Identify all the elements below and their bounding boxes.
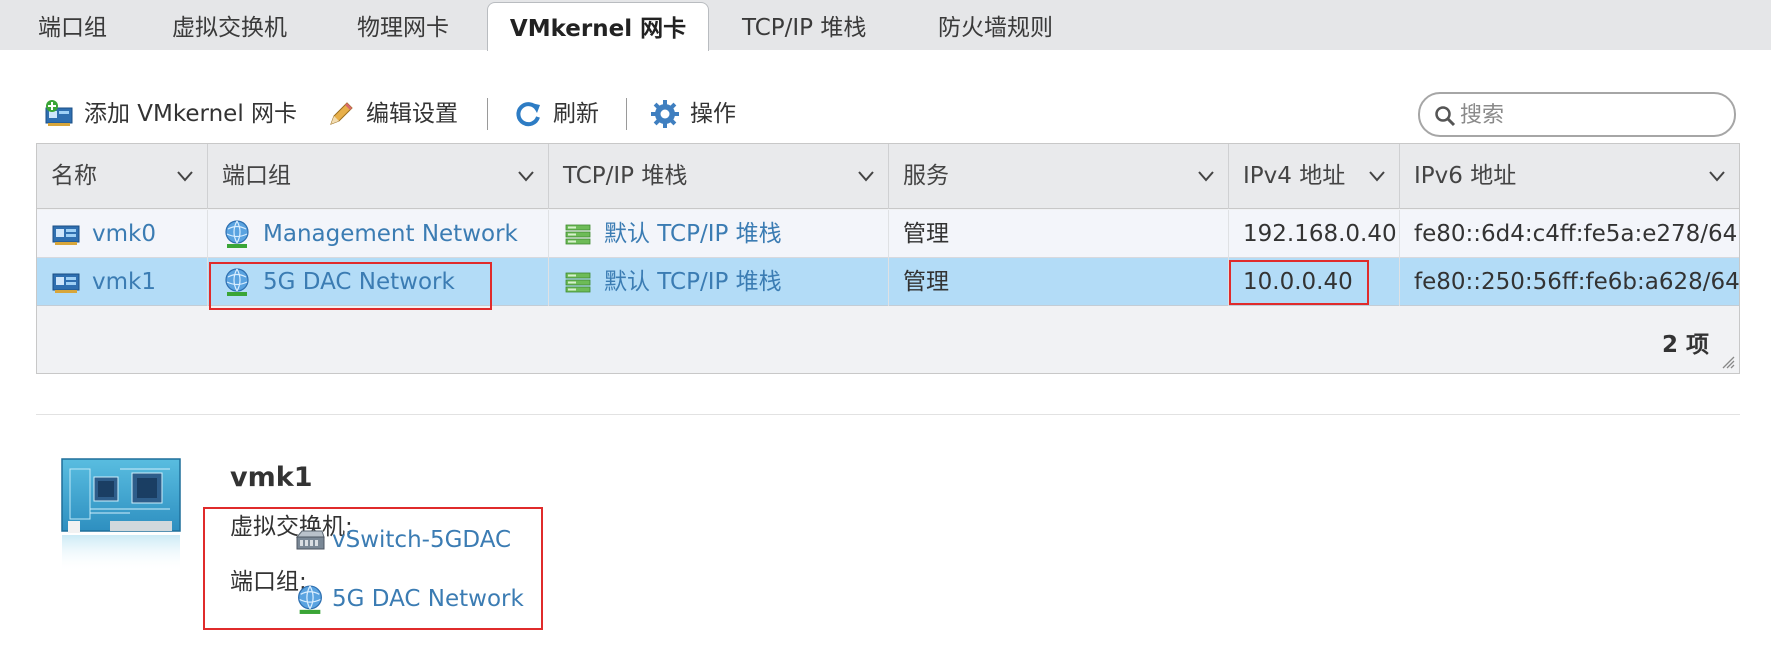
column-header-label: IPv4 地址 (1243, 163, 1346, 189)
refresh-icon (516, 102, 540, 127)
tab-port-groups[interactable]: 端口组 (38, 0, 107, 50)
vmkernel-nic-table: 名称 端口组 TCP/IP 堆栈 服务 IPv4 地址 IPv6 地址 vmk0 (36, 143, 1740, 374)
resize-handle-icon[interactable] (1721, 355, 1735, 369)
section-divider (36, 414, 1740, 415)
chevron-down-icon[interactable] (1707, 166, 1727, 186)
vswitch-icon (295, 530, 325, 550)
chevron-down-icon[interactable] (1367, 166, 1387, 186)
network-card-image-icon (61, 458, 181, 572)
chevron-down-icon[interactable] (516, 166, 536, 186)
search-icon (1435, 106, 1456, 127)
edit-settings-label: 编辑设置 (366, 101, 458, 127)
search-box[interactable] (1418, 92, 1736, 137)
globe-network-icon (222, 267, 252, 297)
column-header-tcpip-stack[interactable]: TCP/IP 堆栈 (549, 144, 889, 209)
nic-icon (51, 219, 81, 249)
refresh-label: 刷新 (553, 101, 599, 127)
column-header-name[interactable]: 名称 (37, 144, 208, 209)
table-row-selected[interactable]: vmk1 5G DAC Network 默认 TCP/IP 堆栈 管理 10.0… (37, 258, 1740, 306)
tab-physical-nics[interactable]: 物理网卡 (357, 0, 449, 50)
stack-cell[interactable]: 默认 TCP/IP 堆栈 (549, 210, 889, 258)
vswitch-link[interactable]: vSwitch-5GDAC (332, 527, 511, 553)
gear-icon (651, 100, 679, 128)
tab-firewall-rules[interactable]: 防火墙规则 (938, 0, 1053, 50)
chevron-down-icon[interactable] (1196, 166, 1216, 186)
ipv4-cell: 10.0.0.40 (1229, 258, 1400, 306)
column-header-label: 端口组 (222, 163, 291, 189)
globe-network-icon (294, 584, 326, 615)
column-header-ipv4[interactable]: IPv4 地址 (1229, 144, 1400, 209)
chevron-down-icon[interactable] (856, 166, 876, 186)
table-row[interactable]: vmk0 Management Network 默认 TCP/IP 堆栈 管理 … (37, 210, 1739, 258)
globe-network-icon (222, 219, 252, 249)
portgroup-detail-link[interactable]: 5G DAC Network (332, 586, 524, 612)
detail-title: vmk1 (230, 462, 313, 493)
actions-label: 操作 (690, 101, 736, 127)
stack-cell[interactable]: 默认 TCP/IP 堆栈 (549, 258, 889, 306)
column-header-label: TCP/IP 堆栈 (563, 163, 688, 189)
toolbar-separator (626, 98, 627, 130)
portgroup-link[interactable]: 5G DAC Network (263, 258, 455, 306)
nic-name-link[interactable]: vmk0 (92, 210, 156, 258)
tcpip-stack-icon (563, 267, 593, 297)
portgroup-link[interactable]: Management Network (263, 210, 518, 258)
column-header-ipv6[interactable]: IPv6 地址 (1400, 144, 1739, 209)
search-input[interactable] (1460, 98, 1720, 132)
tab-tcpip-stacks[interactable]: TCP/IP 堆栈 (742, 0, 866, 50)
column-header-label: 名称 (51, 163, 97, 189)
stack-link[interactable]: 默认 TCP/IP 堆栈 (604, 258, 782, 306)
add-vmkernel-nic-label: 添加 VMkernel 网卡 (84, 101, 298, 127)
portgroup-cell[interactable]: Management Network (208, 210, 549, 258)
ipv6-cell: fe80::6d4:c4ff:fe5a:e278/64 (1414, 221, 1738, 247)
tab-vmkernel-nics[interactable]: VMkernel 网卡 (487, 2, 709, 51)
column-header-label: 服务 (903, 163, 949, 189)
column-header-services[interactable]: 服务 (889, 144, 1229, 209)
portgroup-cell[interactable]: 5G DAC Network (208, 258, 549, 306)
table-header: 名称 端口组 TCP/IP 堆栈 服务 IPv4 地址 IPv6 地址 (37, 144, 1739, 209)
tcpip-stack-icon (563, 219, 593, 249)
item-count: 2 项 (1661, 332, 1709, 358)
stack-link[interactable]: 默认 TCP/IP 堆栈 (604, 210, 782, 258)
pencil-icon (330, 102, 353, 125)
service-cell: 管理 (889, 210, 1229, 258)
ipv6-cell: fe80::250:56ff:fe6b:a628/64 (1414, 269, 1740, 295)
toolbar-separator (487, 98, 488, 130)
nic-name-link[interactable]: vmk1 (92, 258, 156, 306)
name-cell[interactable]: vmk0 (37, 210, 208, 258)
column-header-label: IPv6 地址 (1414, 163, 1517, 189)
nic-icon (51, 267, 81, 297)
service-cell: 管理 (889, 258, 1229, 306)
name-cell[interactable]: vmk1 (37, 258, 208, 306)
ipv4-cell: 192.168.0.40 (1229, 210, 1400, 258)
tab-virtual-switches[interactable]: 虚拟交换机 (172, 0, 287, 50)
add-nic-icon (45, 100, 73, 126)
chevron-down-icon[interactable] (175, 166, 195, 186)
column-header-portgroup[interactable]: 端口组 (208, 144, 549, 209)
tab-bar: 端口组 虚拟交换机 物理网卡 VMkernel 网卡 TCP/IP 堆栈 防火墙… (0, 0, 1771, 51)
